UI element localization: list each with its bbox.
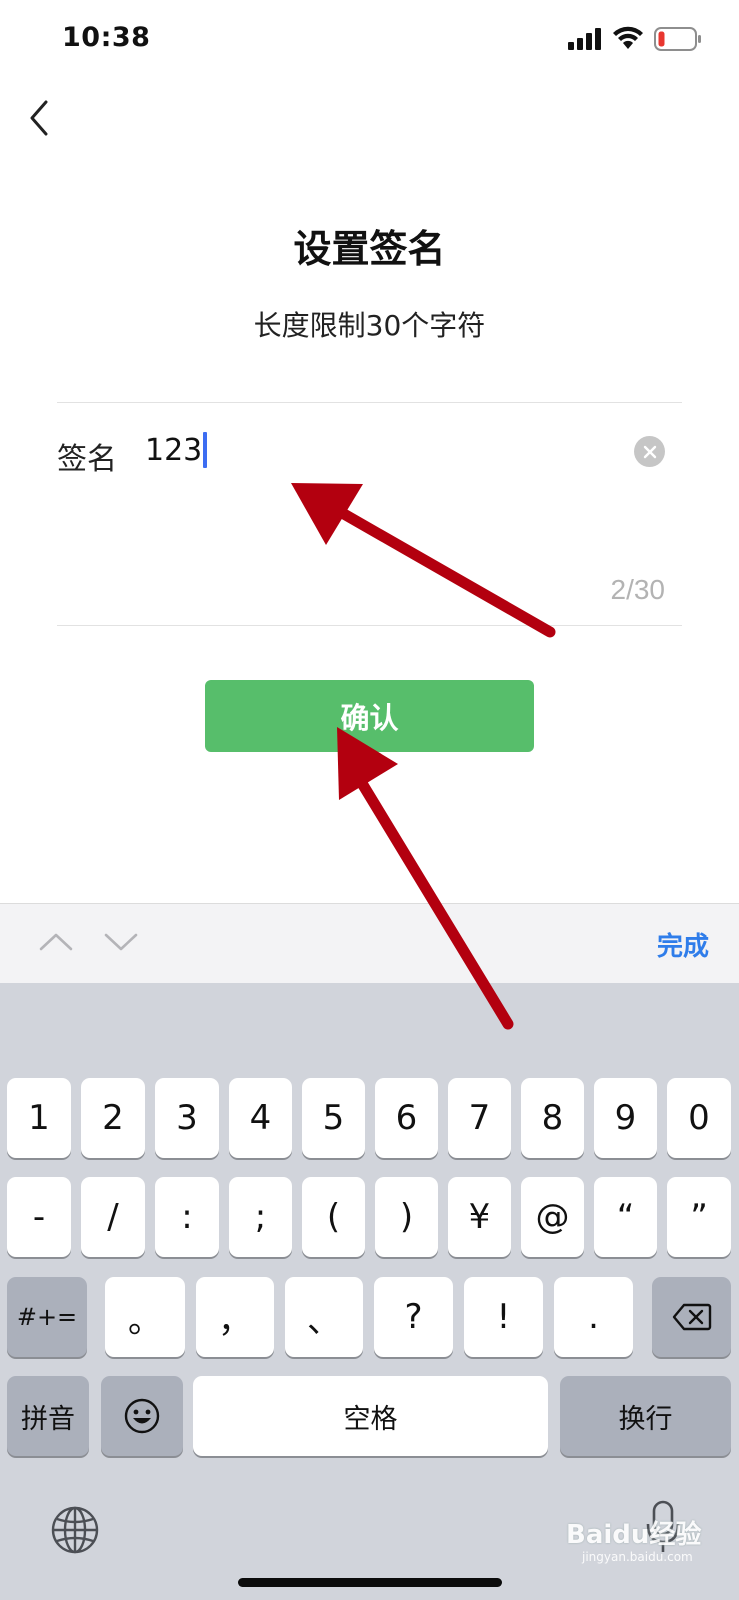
character-counter: 2/30 bbox=[610, 574, 666, 605]
space-key[interactable]: 空格 bbox=[193, 1376, 548, 1456]
battery-icon bbox=[654, 27, 701, 51]
baidu-watermark-url: jingyan.baidu.com bbox=[582, 1550, 693, 1564]
emoji-icon bbox=[124, 1398, 160, 1434]
backspace-icon bbox=[672, 1303, 711, 1331]
delete-key[interactable] bbox=[652, 1277, 731, 1357]
key-hyphen[interactable]: - bbox=[7, 1177, 71, 1257]
globe-icon[interactable] bbox=[50, 1505, 100, 1555]
key-comma[interactable]: ， bbox=[196, 1277, 274, 1357]
cellular-signal-icon bbox=[568, 28, 601, 50]
signature-input[interactable]: 123 bbox=[145, 428, 208, 472]
key-left-quote[interactable]: “ bbox=[594, 1177, 657, 1257]
confirm-button[interactable]: 确认 bbox=[205, 680, 534, 752]
divider bbox=[57, 402, 682, 403]
close-icon bbox=[643, 445, 656, 458]
done-button[interactable]: 完成 bbox=[657, 926, 709, 963]
baidu-watermark: Baidu经验 bbox=[566, 1520, 702, 1550]
page-title: 设置签名 bbox=[293, 227, 446, 271]
annotation-arrow-to-input bbox=[291, 483, 556, 638]
signature-input-value: 123 bbox=[145, 432, 203, 468]
key-right-quote[interactable]: ” bbox=[667, 1177, 731, 1257]
divider bbox=[57, 625, 682, 626]
return-key[interactable]: 换行 bbox=[560, 1376, 731, 1456]
home-indicator[interactable] bbox=[238, 1578, 502, 1587]
key-5[interactable]: 5 bbox=[302, 1078, 365, 1158]
emoji-key[interactable] bbox=[101, 1376, 183, 1456]
pinyin-key[interactable]: 拼音 bbox=[7, 1376, 89, 1456]
status-bar: 10:38 bbox=[0, 0, 739, 80]
signature-label: 签名 bbox=[57, 442, 117, 477]
key-exclamation[interactable]: ! bbox=[464, 1277, 543, 1357]
chevron-up-icon[interactable] bbox=[38, 926, 74, 956]
key-6[interactable]: 6 bbox=[375, 1078, 438, 1158]
key-full-stop[interactable]: 。 bbox=[105, 1277, 185, 1357]
key-0[interactable]: 0 bbox=[667, 1078, 731, 1158]
chevron-down-icon[interactable] bbox=[103, 926, 139, 956]
key-7[interactable]: 7 bbox=[448, 1078, 511, 1158]
status-time: 10:38 bbox=[62, 22, 151, 53]
key-period[interactable]: . bbox=[554, 1277, 633, 1357]
text-caret bbox=[203, 432, 208, 468]
key-left-paren[interactable]: ( bbox=[302, 1177, 365, 1257]
key-yen[interactable]: ¥ bbox=[448, 1177, 511, 1257]
key-colon[interactable]: : bbox=[155, 1177, 219, 1257]
back-chevron-icon[interactable] bbox=[22, 96, 62, 140]
wifi-icon bbox=[613, 26, 643, 49]
key-1[interactable]: 1 bbox=[7, 1078, 71, 1158]
keyboard-toolbar: 完成 bbox=[0, 903, 739, 983]
symbols-mode-key[interactable]: #+= bbox=[7, 1277, 87, 1357]
key-at[interactable]: @ bbox=[521, 1177, 584, 1257]
key-4[interactable]: 4 bbox=[229, 1078, 292, 1158]
key-right-paren[interactable]: ) bbox=[375, 1177, 438, 1257]
key-semicolon[interactable]: ; bbox=[229, 1177, 292, 1257]
key-enumeration-comma[interactable]: 、 bbox=[285, 1277, 363, 1357]
page-subtitle: 长度限制30个字符 bbox=[253, 309, 486, 342]
clear-input-button[interactable] bbox=[634, 436, 665, 467]
key-3[interactable]: 3 bbox=[155, 1078, 219, 1158]
key-slash[interactable]: / bbox=[81, 1177, 145, 1257]
key-question[interactable]: ? bbox=[374, 1277, 453, 1357]
key-9[interactable]: 9 bbox=[594, 1078, 657, 1158]
key-2[interactable]: 2 bbox=[81, 1078, 145, 1158]
key-8[interactable]: 8 bbox=[521, 1078, 584, 1158]
